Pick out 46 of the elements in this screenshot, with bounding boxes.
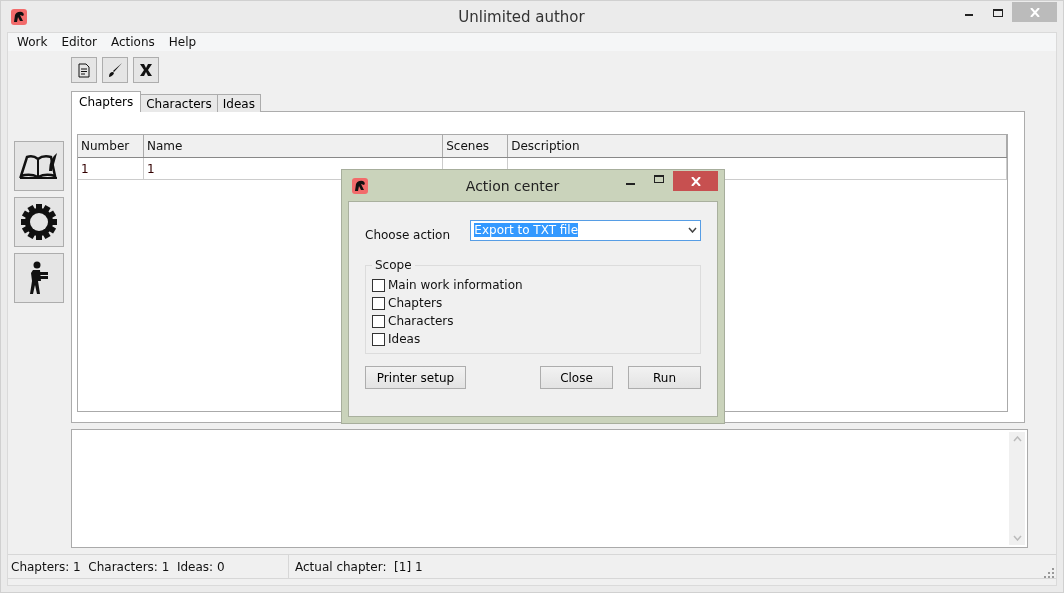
gear-icon	[21, 204, 57, 240]
menu-item[interactable]: Help	[161, 35, 204, 49]
document-button[interactable]	[71, 57, 97, 83]
checkbox[interactable]	[372, 296, 385, 310]
checkbox-label: Ideas	[388, 332, 421, 346]
x-letter-icon	[139, 63, 153, 77]
checkbox[interactable]	[372, 278, 385, 292]
choose-action-label: Choose action	[365, 227, 452, 242]
checkbox[interactable]	[372, 332, 385, 346]
checkbox-label: Characters	[388, 314, 454, 328]
menu-item[interactable]: Work	[10, 35, 55, 49]
settings-button[interactable]	[14, 197, 64, 247]
column-header[interactable]: Name	[143, 135, 443, 158]
status-counts: Chapters: 1 Characters: 1 Ideas: 0	[11, 559, 225, 574]
tab[interactable]: Ideas	[216, 94, 261, 112]
dropdown-caret-icon[interactable]	[688, 227, 697, 233]
close-document-button[interactable]	[133, 57, 159, 83]
column-header[interactable]: Number	[78, 135, 144, 158]
checkbox-label: Main work information	[388, 278, 523, 292]
document-icon	[78, 62, 90, 78]
menu-item[interactable]: Editor	[54, 35, 104, 49]
window-title: Unlimited author	[457, 7, 586, 26]
status-actual-chapter: Actual chapter: [1] 1	[294, 559, 424, 574]
walking-person-button[interactable]	[14, 253, 64, 303]
person-carrying-books-icon	[29, 261, 49, 295]
close-icon[interactable]	[673, 171, 718, 191]
column-header[interactable]: Description	[507, 135, 1007, 158]
printer-setup-button[interactable]: Printer setup	[365, 366, 466, 389]
book-button[interactable]	[14, 141, 64, 191]
menu-item[interactable]: Actions	[103, 35, 162, 49]
checkbox[interactable]	[372, 314, 385, 328]
checkbox-label: Chapters	[388, 296, 443, 310]
brush-icon	[107, 62, 123, 78]
book-quill-icon	[19, 151, 59, 181]
column-header[interactable]: Scenes	[442, 135, 508, 158]
run-button[interactable]: Run	[628, 366, 701, 389]
close-button[interactable]: Close	[540, 366, 613, 389]
tab[interactable]: Chapters	[71, 91, 142, 112]
scope-title: Scope	[374, 258, 413, 272]
app-logo-icon	[11, 8, 27, 25]
app-logo-icon	[352, 177, 368, 194]
tab[interactable]: Characters	[140, 94, 218, 112]
dialog-title: Action center	[464, 177, 561, 194]
resize-grip-icon[interactable]	[1044, 568, 1054, 578]
brush-button[interactable]	[102, 57, 128, 83]
table-cell: 1	[78, 157, 144, 180]
